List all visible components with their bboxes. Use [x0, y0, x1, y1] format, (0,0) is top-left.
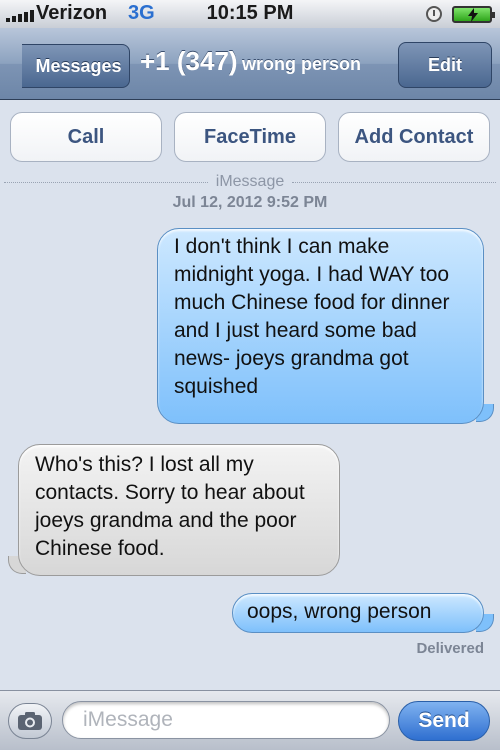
edit-button[interactable]: Edit	[398, 42, 492, 88]
incoming-message-bubble[interactable]: Who's this? I lost all my contacts. Sorr…	[18, 444, 340, 576]
navigation-bar: Messages +1 (347) wrong person Edit	[0, 28, 500, 100]
send-button[interactable]: Send	[398, 701, 490, 741]
message-timestamp: Jul 12, 2012 9:52 PM	[172, 194, 328, 211]
call-button[interactable]: Call	[10, 112, 162, 162]
message-input[interactable]: iMessage	[62, 701, 390, 739]
status-bar: Verizon 3G 10:15 PM	[0, 0, 500, 28]
camera-icon	[18, 712, 42, 730]
add-contact-button[interactable]: Add Contact	[338, 112, 490, 162]
service-divider: iMessage	[0, 172, 500, 192]
outgoing-message-bubble[interactable]: I don't think I can make midnight yoga. …	[157, 228, 484, 424]
contact-name: wrong person	[242, 54, 362, 74]
compose-bar: iMessage Send	[0, 690, 500, 750]
status-time: 10:15 PM	[206, 2, 294, 24]
facetime-button[interactable]: FaceTime	[174, 112, 326, 162]
alarm-icon	[426, 6, 442, 22]
camera-button[interactable]	[8, 703, 52, 739]
contact-number: +1 (347)	[140, 46, 238, 76]
delivery-status: Delivered	[416, 640, 484, 657]
battery-charging-icon	[452, 6, 495, 23]
outgoing-message-bubble[interactable]: oops, wrong person	[232, 593, 484, 633]
conversation-title: +1 (347) wrong person	[140, 46, 390, 77]
service-label: iMessage	[215, 173, 285, 190]
messages-back-button[interactable]: Messages	[22, 44, 130, 88]
